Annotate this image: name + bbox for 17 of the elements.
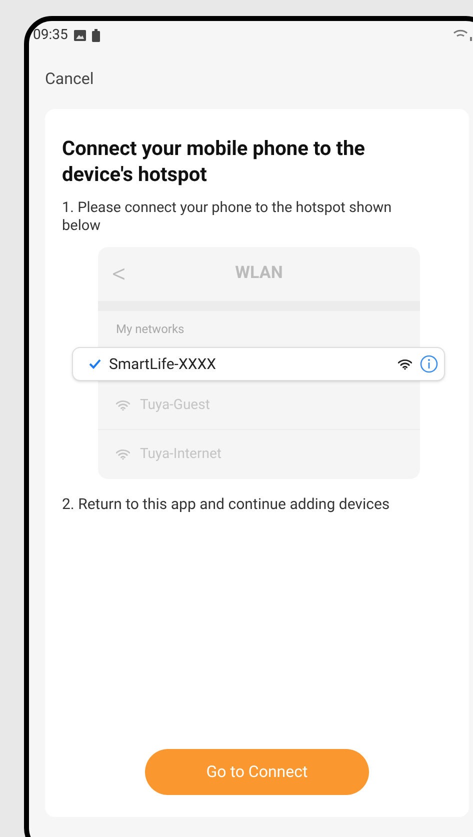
wifi-icon bbox=[398, 358, 412, 370]
image-icon bbox=[74, 30, 86, 40]
wifi-icon bbox=[116, 400, 130, 410]
section-label: My networks bbox=[116, 321, 184, 338]
cancel-button[interactable]: Cancel bbox=[45, 67, 94, 91]
back-chevron: < bbox=[112, 256, 126, 292]
step-text: 2. Return to this app and continue adding devices bbox=[62, 494, 391, 515]
step-text: 1. Please connect your phone to the hotspot shown below bbox=[62, 199, 393, 235]
wifi-icon bbox=[116, 449, 130, 460]
wlan-title: WLAN bbox=[235, 262, 283, 286]
battery-icon bbox=[92, 28, 100, 42]
info-icon bbox=[420, 355, 438, 373]
status-time: 09:35 bbox=[33, 26, 68, 44]
go-to-connect-button[interactable]: Go to Connect bbox=[145, 749, 369, 795]
network-row[interactable]: SmartLife-XXXX bbox=[72, 347, 445, 381]
card-title: Connect your mobile phone to the device's hotspot bbox=[62, 135, 366, 187]
check-icon bbox=[89, 359, 101, 369]
